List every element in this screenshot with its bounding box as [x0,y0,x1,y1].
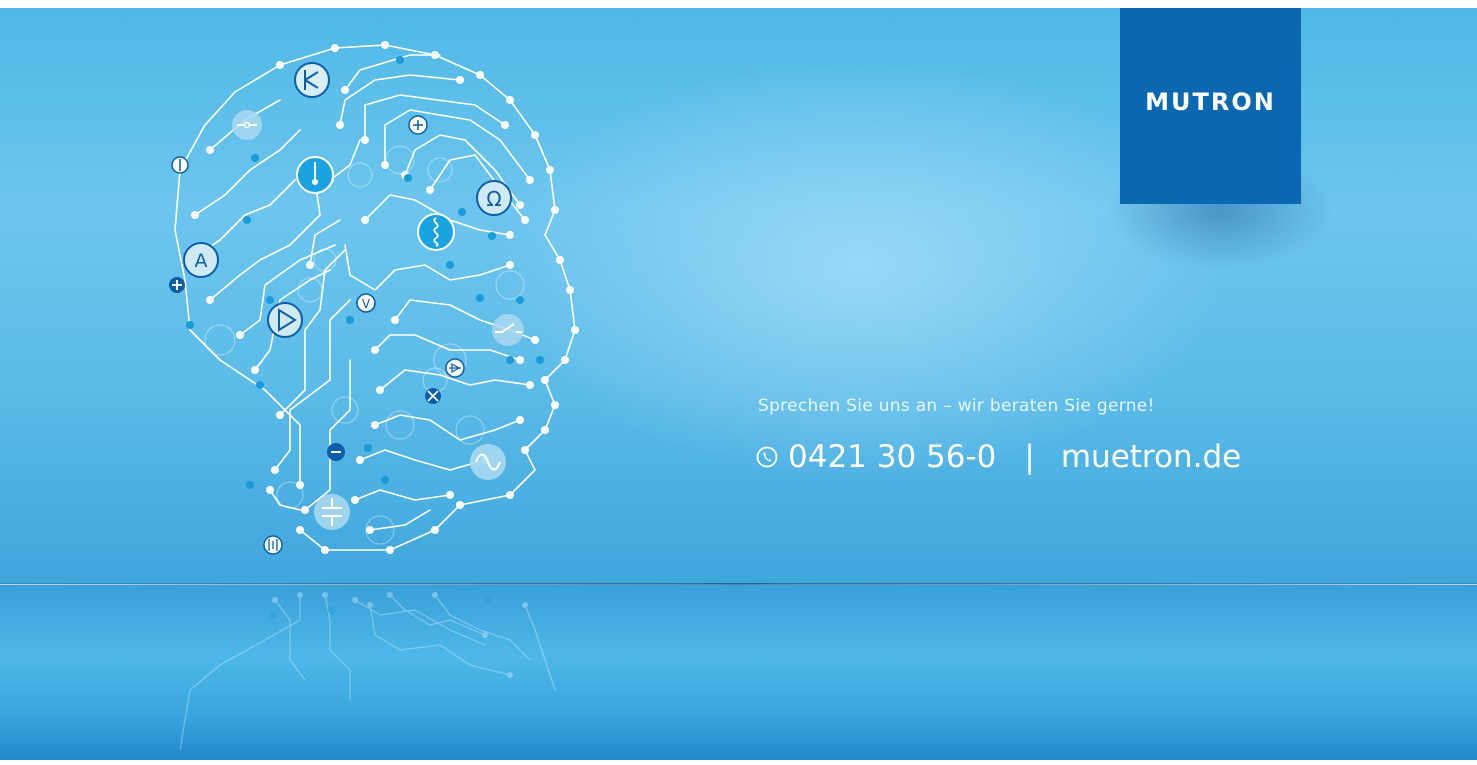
top-border [0,0,1477,8]
lamp-icon [425,388,441,404]
ammeter-icon: A [183,242,219,278]
plus-small-icon [408,115,428,135]
switch-icon [232,110,262,140]
circuit-head-illustration: A Ω V [169,41,579,555]
switch2-icon [492,314,524,346]
ac-source-icon [470,444,506,480]
logo-text: MUTRON [1145,88,1276,116]
svg-text:Ω: Ω [486,187,501,211]
ohm-icon: Ω [476,180,512,216]
contact-line: 0421 30 56-0 | muetron.de [756,439,1241,475]
plus-icon [169,277,185,293]
contact-tagline: Sprechen Sie uns an – wir beraten Sie ge… [758,396,1155,416]
play-icon [267,302,303,338]
ground-icon [263,535,283,555]
phone-icon [756,446,778,468]
coil-icon [417,213,455,251]
bottom-border [0,760,1477,765]
horizon-line [0,583,1477,585]
brand-logo[interactable]: MUTRON [1120,8,1301,204]
separator: | [1024,439,1035,475]
capacitor-icon [314,494,350,530]
diode2-icon [445,358,465,378]
transistor-icon [294,62,330,98]
voltmeter-icon: V [356,293,376,313]
phone-number[interactable]: 0421 30 56-0 [788,439,996,475]
svg-text:A: A [195,250,208,272]
illustration-reflection [179,592,556,751]
banner: A Ω V MUTRON Sprechen Sie uns an – wir b… [0,0,1477,765]
diode-icon [171,156,189,174]
minus-icon [327,443,345,461]
website-link[interactable]: muetron.de [1061,439,1241,475]
svg-text:V: V [362,297,371,311]
probe-icon [296,156,334,194]
